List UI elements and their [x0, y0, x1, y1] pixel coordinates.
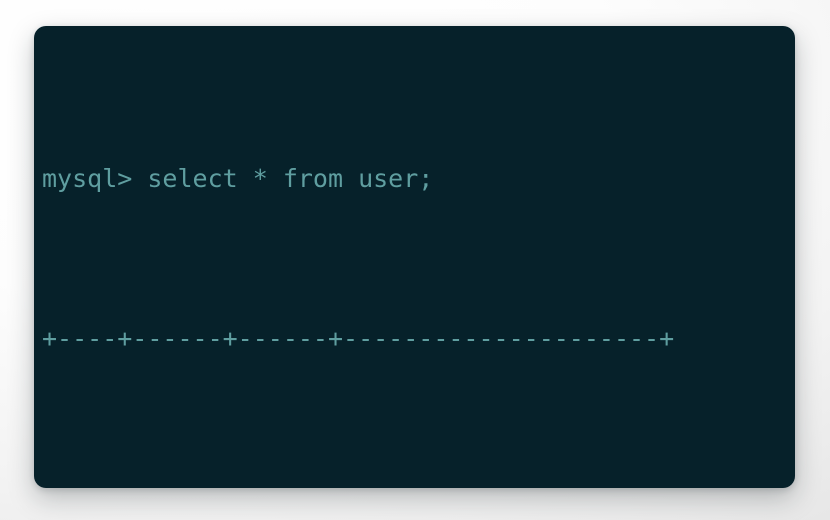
terminal-line-table-top-border: +----+------+------+--------------------… — [42, 324, 675, 353]
terminal-window[interactable]: mysql> select * from user; +----+------+… — [34, 26, 795, 488]
terminal-output[interactable]: mysql> select * from user; +----+------+… — [42, 39, 795, 488]
terminal-line-query-1-command: mysql> select * from user; — [42, 164, 434, 193]
terminal-line-table-header-row: | id | name | age | created_at | — [42, 479, 795, 488]
screenshot-root: mysql> select * from user; +----+------+… — [0, 0, 830, 520]
